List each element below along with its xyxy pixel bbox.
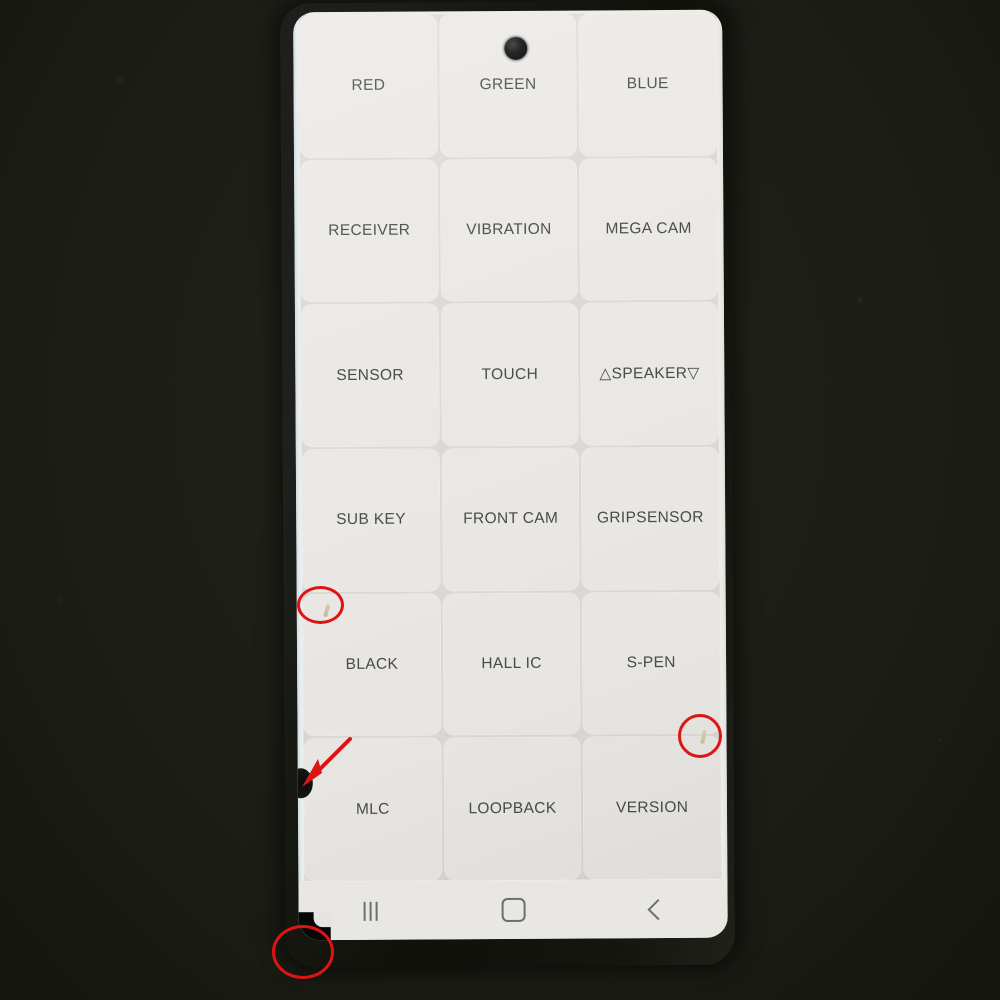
back-icon — [647, 898, 669, 920]
tile-version[interactable]: VERSION — [582, 736, 722, 880]
tile-label: TOUCH — [481, 365, 539, 383]
tile-sensor[interactable]: SENSOR — [300, 303, 440, 448]
tile-label: VERSION — [615, 798, 689, 816]
tile-s-pen[interactable]: S-PEN — [581, 591, 721, 735]
tile-receiver[interactable]: RECEIVER — [300, 159, 439, 303]
tile-label: LOOPBACK — [468, 799, 557, 817]
tile-label: BLACK — [345, 655, 399, 673]
tile-front-cam[interactable]: FRONT CAM — [441, 447, 580, 592]
tile-label: RECEIVER — [328, 221, 411, 240]
tile-label: VIBRATION — [466, 220, 552, 239]
home-button[interactable] — [441, 881, 584, 940]
tile-label: △SPEAKER▽ — [599, 364, 700, 383]
tile-loopback[interactable]: LOOPBACK — [443, 736, 582, 881]
tile-label: RED — [351, 77, 386, 95]
tile-mega-cam[interactable]: MEGA CAM — [579, 157, 718, 301]
tile-speaker[interactable]: △SPEAKER▽ — [580, 302, 719, 446]
tile-label: HALL IC — [481, 654, 542, 673]
tile-label: S-PEN — [626, 653, 676, 672]
tile-hall-ic[interactable]: HALL IC — [442, 592, 581, 736]
home-icon — [501, 897, 526, 923]
tile-label: MLC — [355, 800, 390, 818]
phone-device-body: RED GREEN BLUE RECEIVER VIBRATION MEGA C… — [280, 0, 735, 968]
punch-hole-front-camera — [504, 36, 528, 61]
diagnostic-tile-grid: RED GREEN BLUE RECEIVER VIBRATION MEGA C… — [299, 12, 722, 882]
tile-label: GREEN — [479, 76, 537, 94]
back-button[interactable] — [584, 880, 727, 939]
tile-black[interactable]: BLACK — [302, 593, 442, 737]
android-navigation-bar — [298, 879, 728, 941]
tile-label: SENSOR — [336, 366, 404, 384]
tile-blue[interactable]: BLUE — [578, 12, 717, 157]
tile-label: BLUE — [626, 75, 669, 93]
tile-touch[interactable]: TOUCH — [440, 302, 580, 447]
recents-icon — [363, 901, 378, 921]
tile-green[interactable]: GREEN — [438, 13, 578, 158]
tile-label: FRONT CAM — [463, 510, 559, 528]
tile-label: MEGA CAM — [605, 219, 692, 238]
tile-red[interactable]: RED — [299, 14, 438, 158]
tile-sub-key[interactable]: SUB KEY — [301, 448, 441, 592]
tile-label: GRIPSENSOR — [596, 509, 704, 527]
tile-gripsensor[interactable]: GRIPSENSOR — [581, 446, 720, 591]
phone-screen: RED GREEN BLUE RECEIVER VIBRATION MEGA C… — [293, 9, 728, 941]
tile-label: SUB KEY — [336, 510, 406, 529]
tile-mlc[interactable]: MLC — [303, 737, 443, 882]
tile-vibration[interactable]: VIBRATION — [439, 158, 579, 302]
